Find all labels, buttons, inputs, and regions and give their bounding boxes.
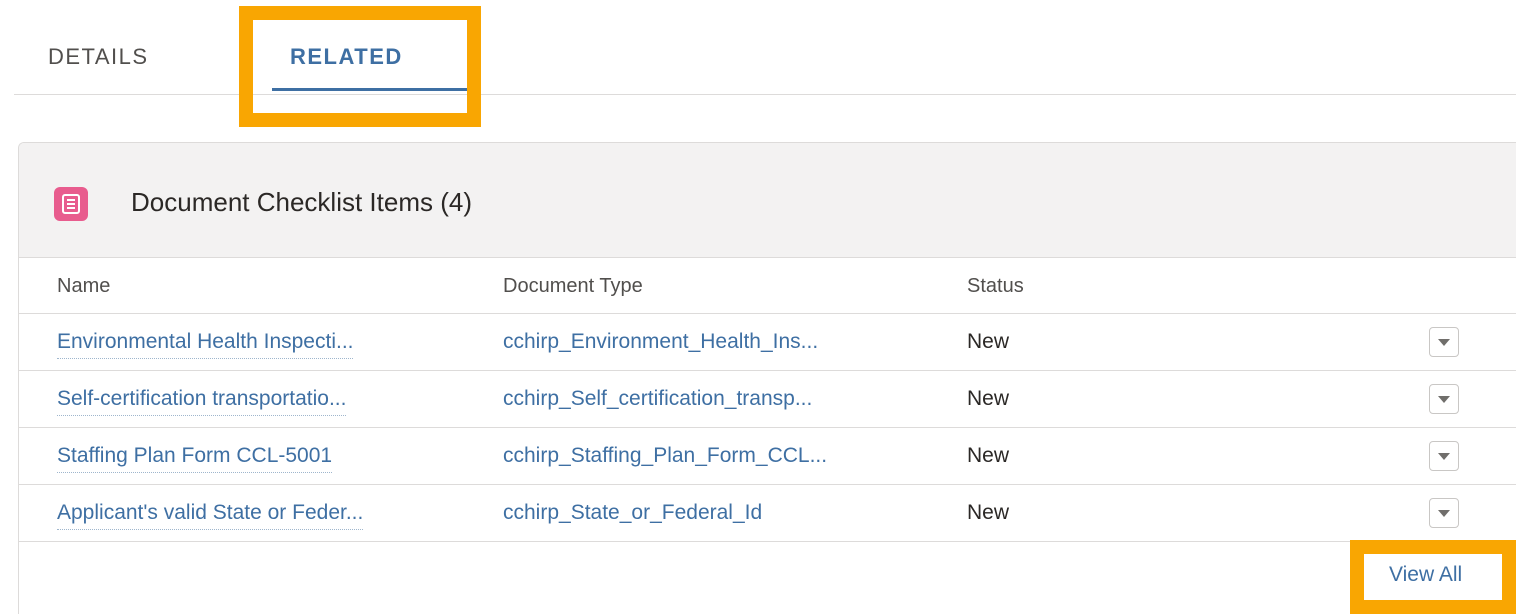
chevron-down-icon — [1438, 396, 1450, 403]
column-header-status[interactable]: Status — [967, 275, 1024, 298]
row-name-link[interactable]: Applicant's valid State or Feder... — [57, 501, 364, 530]
row-document-type-link[interactable]: cchirp_Environment_Health_Ins... — [503, 330, 818, 354]
table-row: Applicant's valid State or Feder... cchi… — [19, 485, 1516, 542]
card-title[interactable]: Document Checklist Items (4) — [131, 187, 472, 218]
row-document-type-link[interactable]: cchirp_Self_certification_transp... — [503, 387, 812, 411]
card-header: Document Checklist Items (4) — [19, 143, 1516, 258]
tab-details[interactable]: DETAILS — [48, 44, 149, 70]
row-status: New — [967, 387, 1010, 410]
table-row: Environmental Health Inspecti... cchirp_… — [19, 314, 1516, 371]
row-status: New — [967, 444, 1010, 467]
row-actions-button[interactable] — [1429, 384, 1459, 414]
row-name-link[interactable]: Self-certification transportatio... — [57, 387, 347, 416]
active-tab-indicator — [272, 88, 472, 91]
tab-related[interactable]: RELATED — [290, 44, 403, 70]
view-all-link[interactable]: View All — [1389, 563, 1462, 587]
checklist-icon — [54, 187, 88, 221]
chevron-down-icon — [1438, 453, 1450, 460]
chevron-down-icon — [1438, 510, 1450, 517]
column-header-name[interactable]: Name — [57, 275, 110, 298]
row-document-type-link[interactable]: cchirp_Staffing_Plan_Form_CCL... — [503, 444, 827, 468]
row-actions-button[interactable] — [1429, 498, 1459, 528]
row-status: New — [967, 501, 1010, 524]
page: DETAILS RELATED Document Checklist Items… — [0, 0, 1516, 614]
table-row: Staffing Plan Form CCL-5001 cchirp_Staff… — [19, 428, 1516, 485]
row-document-type-link[interactable]: cchirp_State_or_Federal_Id — [503, 501, 762, 525]
table-header-row: Name Document Type Status — [19, 257, 1516, 314]
document-checklist-card: Document Checklist Items (4) Name Docume… — [18, 142, 1516, 614]
row-name-link[interactable]: Environmental Health Inspecti... — [57, 330, 354, 359]
row-actions-button[interactable] — [1429, 441, 1459, 471]
row-actions-button[interactable] — [1429, 327, 1459, 357]
checklist-table: Name Document Type Status Environmental … — [19, 257, 1516, 542]
tab-bar: DETAILS RELATED — [14, 0, 1516, 95]
table-row: Self-certification transportatio... cchi… — [19, 371, 1516, 428]
row-status: New — [967, 330, 1010, 353]
row-name-link[interactable]: Staffing Plan Form CCL-5001 — [57, 444, 333, 473]
column-header-document-type[interactable]: Document Type — [503, 275, 643, 298]
chevron-down-icon — [1438, 339, 1450, 346]
